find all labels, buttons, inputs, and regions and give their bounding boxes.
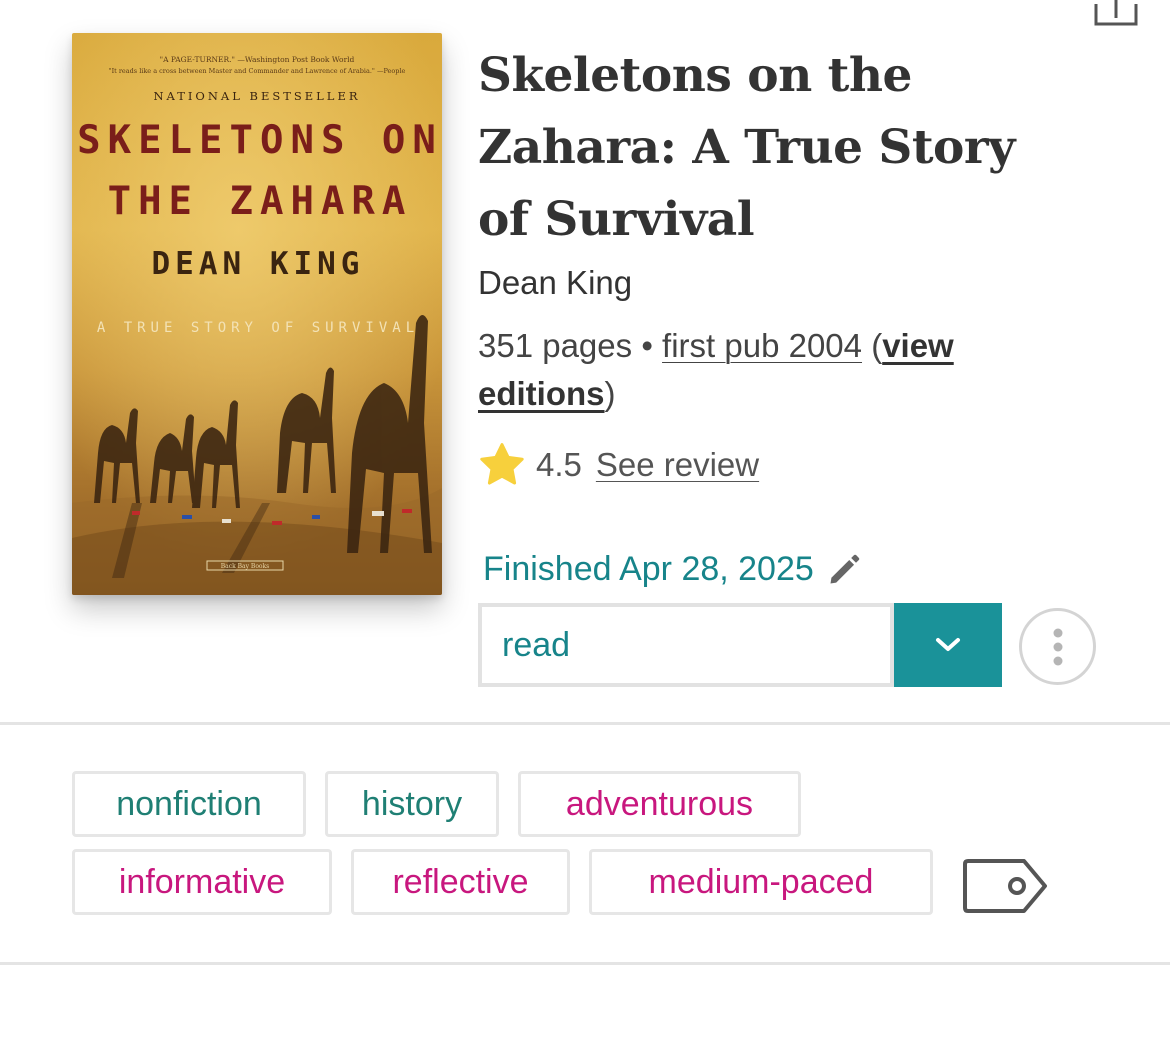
more-options-button[interactable]: [1019, 608, 1096, 685]
meta-separator: •: [641, 327, 653, 364]
more-vertical-icon: [1053, 628, 1062, 665]
cover-subtitle: A TRUE STORY OF SURVIVAL: [97, 320, 419, 336]
tag-medium-paced[interactable]: medium-paced: [589, 849, 933, 915]
cover-quote-2: "It reads like a cross between Master an…: [109, 67, 406, 75]
open-paren: (: [871, 327, 883, 364]
rating-value: 4.5: [536, 446, 582, 483]
tag-history[interactable]: history: [325, 771, 499, 837]
reading-status-value: read: [502, 625, 571, 664]
cover-title-line2: THE ZAHARA: [108, 179, 413, 224]
chevron-down-icon: [936, 638, 960, 651]
cover-title-line1: SKELETONS ON: [77, 118, 442, 163]
rating-row: 4.5 See review: [478, 440, 759, 490]
tag-informative[interactable]: informative: [72, 849, 332, 915]
star-icon: [480, 443, 524, 485]
reading-status-select[interactable]: read: [478, 603, 894, 687]
cover-publisher: Back Bay Books: [221, 563, 270, 570]
cover-quote-1: "A PAGE-TURNER." —Washington Post Book W…: [160, 55, 355, 64]
finished-label: Finished Apr 28, 2025: [483, 550, 814, 588]
see-review-link[interactable]: See review: [596, 446, 759, 484]
tag-icon[interactable]: [962, 858, 1048, 914]
section-divider: [0, 722, 1170, 725]
close-paren: ): [604, 375, 616, 412]
book-meta: 351 pages • first pub 2004 (view edition…: [478, 322, 1078, 418]
cover-badge: NATIONAL BESTSELLER: [153, 89, 360, 103]
first-pub-link[interactable]: first pub 2004: [662, 327, 862, 364]
section-divider-bottom: [0, 962, 1170, 965]
tag-adventurous[interactable]: adventurous: [518, 771, 801, 837]
book-author[interactable]: Dean King: [478, 264, 632, 302]
tag-nonfiction[interactable]: nonfiction: [72, 771, 306, 837]
book-title: Skeletons on the Zahara: A True Story of…: [478, 48, 1015, 247]
cover-author: DEAN KING: [152, 246, 365, 282]
tag-reflective[interactable]: reflective: [351, 849, 570, 915]
page-count: 351 pages: [478, 327, 633, 364]
pencil-icon[interactable]: [826, 552, 862, 588]
finished-date: Finished Apr 28, 2025: [483, 550, 862, 589]
share-upload-icon[interactable]: [1094, 0, 1138, 26]
book-cover[interactable]: Back Bay Books "A PAGE-TURNER." —Washing…: [72, 33, 442, 595]
status-dropdown-button[interactable]: [894, 603, 1002, 687]
